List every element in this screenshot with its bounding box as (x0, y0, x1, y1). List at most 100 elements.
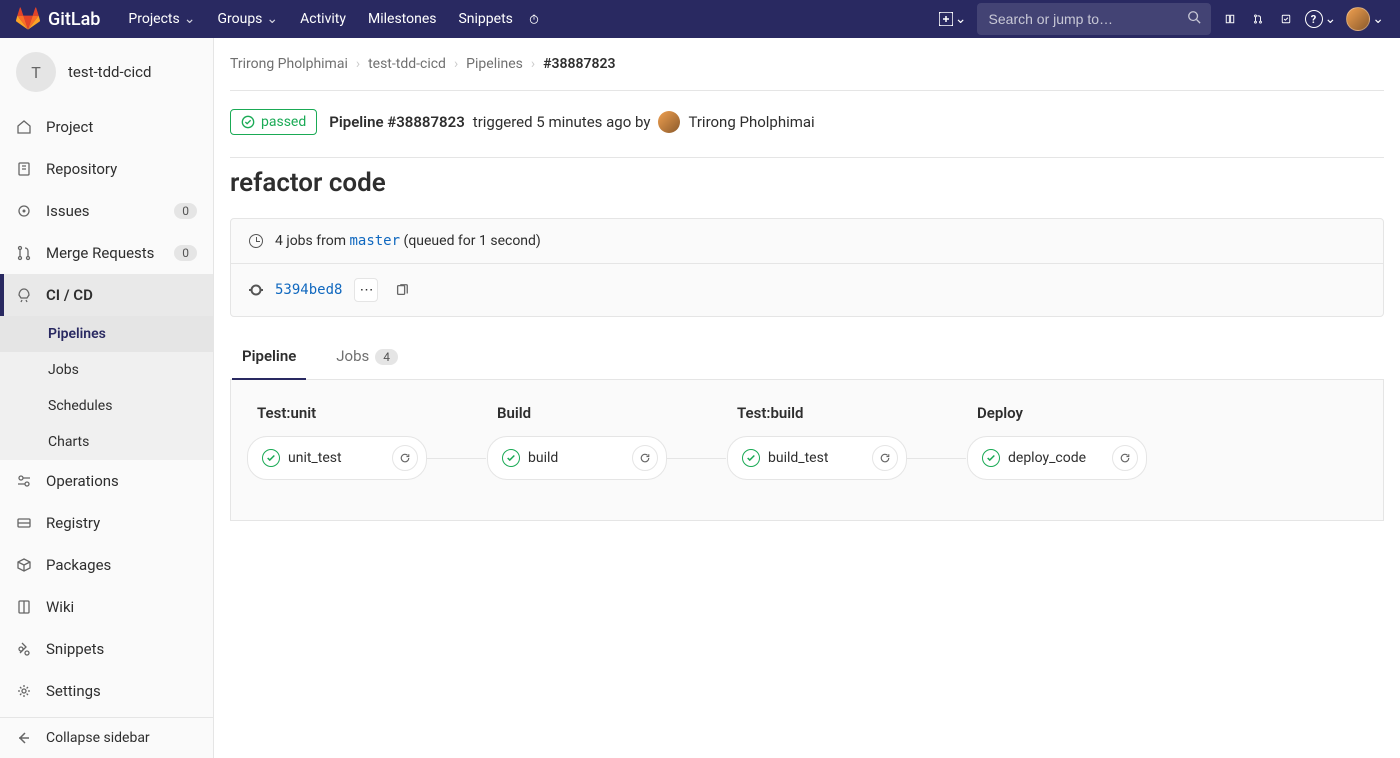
breadcrumb-current: #38887823 (543, 56, 615, 72)
nav-projects[interactable]: Projects⌄ (118, 0, 205, 38)
page-title: refactor code (230, 157, 1384, 218)
stage-name: Build (487, 404, 667, 436)
rocket-icon (16, 287, 32, 303)
registry-icon (16, 515, 32, 531)
brand-text: GitLab (48, 9, 100, 30)
check-circle-icon (982, 449, 1000, 467)
stage-build: Build build (487, 404, 667, 480)
breadcrumb-project[interactable]: test-tdd-cicd (368, 56, 446, 72)
merge-requests-shortcut-icon[interactable] (1249, 10, 1267, 28)
sidebar-item-merge-requests[interactable]: Merge Requests0 (0, 232, 213, 274)
sidebar-item-label: Packages (46, 556, 197, 574)
commit-icon (249, 283, 263, 297)
gitlab-logo[interactable]: GitLab (16, 7, 100, 31)
sidebar-item-ci-cd[interactable]: CI / CD (0, 274, 213, 316)
jobs-summary-row: 4 jobs from master (queued for 1 second) (231, 219, 1383, 264)
nav-snippets[interactable]: Snippets (448, 0, 522, 38)
avatar (1346, 7, 1370, 31)
todos-icon[interactable] (1277, 10, 1295, 28)
user-name[interactable]: Trirong Pholphimai (688, 113, 814, 131)
issues-icon (16, 203, 32, 219)
sidebar-item-issues[interactable]: Issues 0 (0, 190, 213, 232)
user-avatar[interactable] (658, 111, 680, 133)
job-name: unit_test (288, 450, 384, 466)
nav-activity[interactable]: Activity (290, 0, 356, 38)
breadcrumb-pipelines[interactable]: Pipelines (466, 56, 523, 72)
sidebar-sub-charts[interactable]: Charts (0, 424, 213, 460)
ops-icon (16, 473, 32, 489)
sidebar-item-label: Project (46, 118, 197, 136)
sidebar-sub-jobs[interactable]: Jobs (0, 352, 213, 388)
more-actions-button[interactable]: ⋯ (354, 278, 378, 302)
collapse-sidebar[interactable]: Collapse sidebar (0, 717, 213, 758)
search-input[interactable] (977, 3, 1211, 35)
home-icon (16, 119, 32, 135)
sidebar-item-settings[interactable]: Settings (0, 670, 213, 712)
check-circle-icon (502, 449, 520, 467)
commit-sha-link[interactable]: 5394bed8 (275, 282, 342, 298)
metrics-icon[interactable] (525, 10, 543, 28)
packages-icon (16, 557, 32, 573)
chevron-down-icon: ⌄ (1325, 11, 1337, 27)
sidebar-item-registry[interactable]: Registry (0, 502, 213, 544)
job-card[interactable]: build (487, 436, 667, 480)
job-card[interactable]: build_test (727, 436, 907, 480)
settings-icon (16, 683, 32, 699)
sidebar-item-packages[interactable]: Packages (0, 544, 213, 586)
tanuki-icon (16, 7, 40, 31)
sidebar: T test-tdd-cicd Project Repository Issues 0… (0, 38, 214, 758)
job-name: deploy_code (1008, 450, 1104, 466)
nav-milestones[interactable]: Milestones (358, 0, 447, 38)
sidebar-item-label: Registry (46, 514, 197, 532)
copy-sha-button[interactable] (390, 278, 414, 302)
branch-link[interactable]: master (349, 233, 400, 249)
sidebar-item-label: Operations (46, 472, 197, 490)
pipeline-title-line: Pipeline #38887823 triggered 5 minutes a… (329, 111, 814, 133)
sidebar-item-operations[interactable]: Operations (0, 460, 213, 502)
retry-button[interactable] (872, 445, 898, 471)
pipeline-graph: Test:unit unit_test Build build Test:bui… (230, 380, 1384, 521)
sidebar-item-label: Wiki (46, 598, 197, 616)
count-badge: 0 (174, 203, 197, 219)
plus-menu[interactable]: ⌄ (939, 11, 967, 27)
plus-icon (939, 12, 953, 26)
count-badge: 0 (174, 245, 197, 261)
job-card[interactable]: unit_test (247, 436, 427, 480)
sidebar-item-label: Issues (46, 202, 160, 220)
sidebar-item-wiki[interactable]: Wiki (0, 586, 213, 628)
stage-name: Test:unit (247, 404, 427, 436)
sidebar-item-repository[interactable]: Repository (0, 148, 213, 190)
job-name: build (528, 450, 624, 466)
retry-button[interactable] (1112, 445, 1138, 471)
project-name: test-tdd-cicd (68, 63, 151, 81)
chevron-down-icon: ⌄ (1372, 11, 1384, 27)
help-menu[interactable]: ? ⌄ (1305, 10, 1337, 28)
sidebar-item-label: CI / CD (46, 286, 197, 304)
sidebar-item-snippets[interactable]: Snippets (0, 628, 213, 670)
check-circle-icon (241, 115, 255, 129)
tab-jobs[interactable]: Jobs4 (326, 333, 408, 379)
retry-button[interactable] (392, 445, 418, 471)
breadcrumb-user[interactable]: Trirong Pholphimai (230, 56, 348, 72)
collapse-icon (16, 730, 32, 746)
user-menu[interactable]: ⌄ (1346, 7, 1384, 31)
status-badge: passed (230, 109, 317, 135)
sidebar-sub-pipelines[interactable]: Pipelines (0, 316, 213, 352)
nav-groups[interactable]: Groups⌄ (207, 0, 288, 38)
job-card[interactable]: deploy_code (967, 436, 1147, 480)
main-content: Trirong Pholphimai › test-tdd-cicd › Pip… (214, 38, 1400, 758)
search-icon (1187, 10, 1201, 28)
stage-test-unit: Test:unit unit_test (247, 404, 427, 480)
retry-button[interactable] (632, 445, 658, 471)
stage-name: Deploy (967, 404, 1147, 436)
sidebar-sub-schedules[interactable]: Schedules (0, 388, 213, 424)
sidebar-item-project[interactable]: Project (0, 106, 213, 148)
pipeline-tabs: Pipeline Jobs4 (230, 333, 1384, 380)
issues-shortcut-icon[interactable] (1221, 10, 1239, 28)
tab-pipeline[interactable]: Pipeline (232, 333, 306, 379)
project-header[interactable]: T test-tdd-cicd (0, 38, 213, 106)
project-avatar: T (16, 52, 56, 92)
stage-test-build: Test:build build_test (727, 404, 907, 480)
snippets-icon (16, 641, 32, 657)
sidebar-item-label: Snippets (46, 640, 197, 658)
